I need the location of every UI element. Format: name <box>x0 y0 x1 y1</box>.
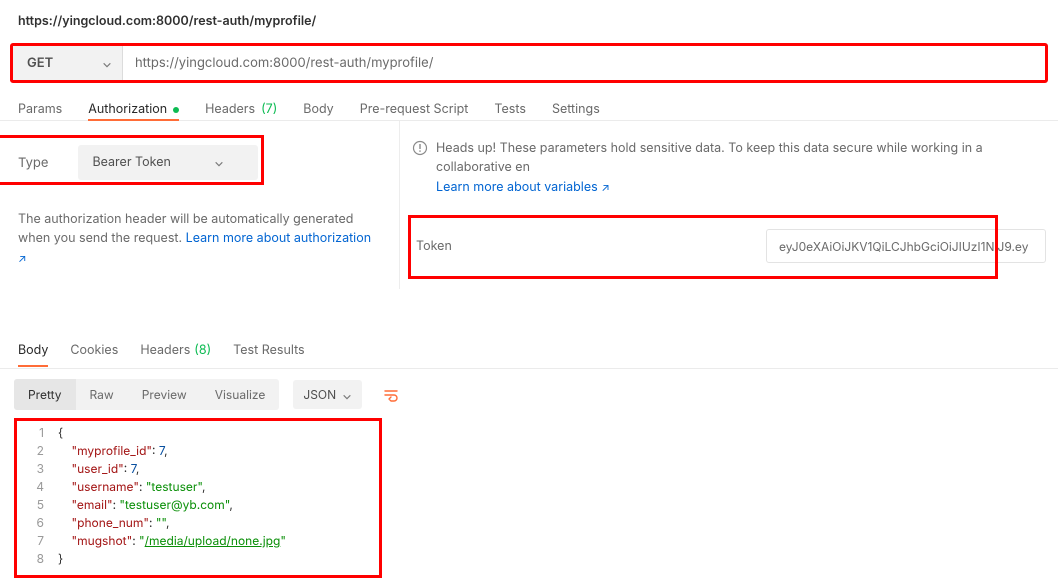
tab-headers-count: (7) <box>261 102 277 117</box>
learn-more-variables-label: Learn more about variables <box>436 180 598 195</box>
auth-right-pane: Heads up! These parameters hold sensitiv… <box>400 121 1058 289</box>
tab-settings[interactable]: Settings <box>552 99 600 120</box>
chevron-down-icon <box>214 158 224 168</box>
tab-headers-label: Headers <box>205 102 255 117</box>
view-preview-button[interactable]: Preview <box>128 379 201 410</box>
tab-params[interactable]: Params <box>18 99 62 120</box>
status-dot-icon <box>173 107 179 113</box>
code-key: "myprofile_id" <box>72 443 153 458</box>
warning-icon <box>412 140 428 156</box>
tab-tests[interactable]: Tests <box>494 99 526 120</box>
code-key: "mugshot" <box>72 533 133 548</box>
url-value: https://yingcloud.com:8000/rest-auth/myp… <box>135 55 433 71</box>
auth-alert-text: Heads up! These parameters hold sensitiv… <box>436 141 983 175</box>
http-method-label: GET <box>27 55 53 71</box>
learn-more-auth-label: Learn more about authorization <box>186 231 371 246</box>
token-input[interactable]: eyJ0eXAiOiJKV1QiLCJhbGciOiJIUzI1NiJ9.ey <box>766 229 1046 263</box>
external-link-icon: ↗ <box>18 251 27 265</box>
auth-type-dropdown[interactable]: Bearer Token <box>78 145 258 180</box>
tab-body[interactable]: Body <box>303 99 333 120</box>
tab-headers[interactable]: Headers (7) <box>205 99 277 120</box>
token-block: Token eyJ0eXAiOiJKV1QiLCJhbGciOiJIUzI1Ni… <box>412 221 1058 271</box>
page-title: https://yingcloud.com:8000/rest-auth/myp… <box>0 0 1058 29</box>
auth-type-value: Bearer Token <box>92 155 170 170</box>
auth-left-pane: Type Bearer Token The authorization head… <box>0 121 400 289</box>
code-key: "user_id" <box>72 461 124 476</box>
resp-tab-headers-count: (8) <box>194 343 211 358</box>
resp-tab-cookies[interactable]: Cookies <box>70 343 118 358</box>
view-raw-button[interactable]: Raw <box>76 379 128 410</box>
mugshot-link[interactable]: /media/upload/none.jpg <box>145 533 281 548</box>
view-visualize-button[interactable]: Visualize <box>201 379 280 410</box>
external-link-icon: ↗ <box>601 180 610 194</box>
view-pretty-button[interactable]: Pretty <box>14 379 76 410</box>
response-language-label: JSON <box>303 387 336 402</box>
chevron-down-icon <box>342 390 352 400</box>
token-label: Token <box>416 239 456 254</box>
resp-tab-headers-label: Headers <box>140 343 190 358</box>
code-brace: } <box>58 551 63 566</box>
response-body[interactable]: 1{ 2 "myprofile_id": 7, 3 "user_id": 7, … <box>14 418 1058 574</box>
resp-tab-body[interactable]: Body <box>18 343 48 358</box>
code-string: "" <box>156 515 166 530</box>
tab-authorization-label: Authorization <box>88 102 167 117</box>
learn-more-variables-link[interactable]: Learn more about variables ↗ <box>436 180 610 195</box>
token-value: eyJ0eXAiOiJKV1QiLCJhbGciOiJIUzI1NiJ9.ey <box>779 239 1028 254</box>
chevron-down-icon <box>102 58 112 68</box>
request-row: GET https://yingcloud.com:8000/rest-auth… <box>10 43 1048 83</box>
code-key: "phone_num" <box>72 515 149 530</box>
code-string: "testuser" <box>146 479 202 494</box>
tab-prerequest[interactable]: Pre-request Script <box>360 99 469 120</box>
auth-alert: Heads up! These parameters hold sensitiv… <box>412 139 1058 197</box>
auth-auto-note: The authorization header will be automat… <box>18 210 381 268</box>
code-brace: { <box>58 425 63 440</box>
auth-type-label: Type <box>18 155 48 171</box>
request-tabs: Params Authorization Headers (7) Body Pr… <box>0 83 1058 121</box>
response-tabs: Body Cookies Headers (8) Test Results <box>0 333 1058 369</box>
view-mode-segmented: Pretty Raw Preview Visualize <box>14 379 279 410</box>
wrap-lines-button[interactable] <box>376 380 406 410</box>
response-language-dropdown[interactable]: JSON <box>293 380 362 409</box>
formatter-row: Pretty Raw Preview Visualize JSON <box>0 369 1058 414</box>
wrap-lines-icon <box>383 387 399 403</box>
code-string: "testuser@yb.com" <box>119 497 229 512</box>
tab-authorization[interactable]: Authorization <box>88 99 179 120</box>
code-key: "username" <box>72 479 139 494</box>
url-input[interactable]: https://yingcloud.com:8000/rest-auth/myp… <box>123 46 1045 80</box>
code-key: "email" <box>72 497 113 512</box>
resp-tab-headers[interactable]: Headers (8) <box>140 343 211 358</box>
resp-tab-tests[interactable]: Test Results <box>233 343 305 358</box>
http-method-dropdown[interactable]: GET <box>13 46 123 80</box>
